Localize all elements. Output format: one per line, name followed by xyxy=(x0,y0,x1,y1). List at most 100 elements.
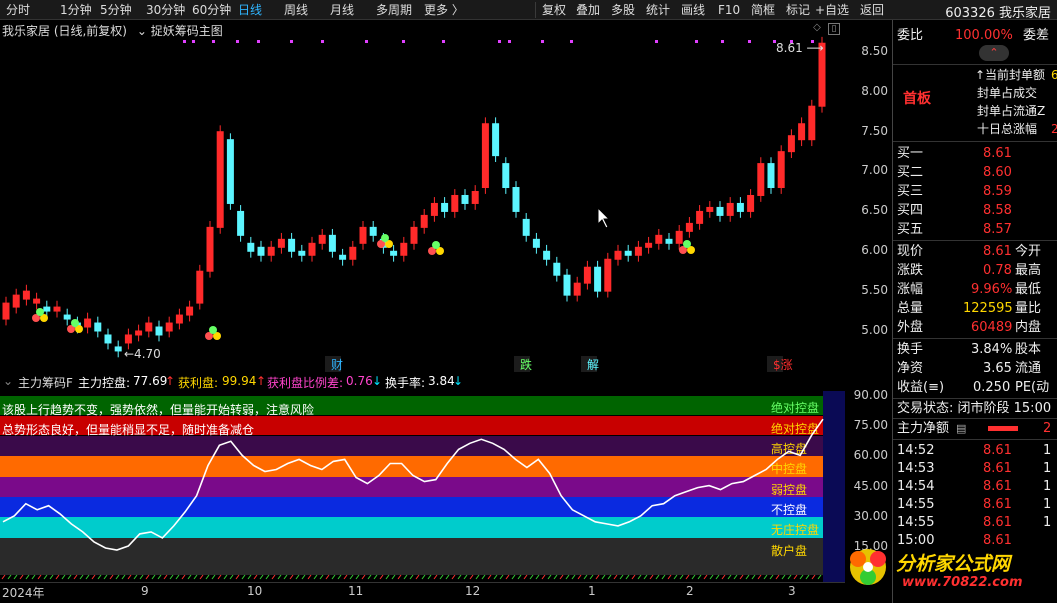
high-price-label: 8.61 ⟶ xyxy=(776,41,824,55)
volume-tick xyxy=(577,574,582,580)
volume-tick xyxy=(781,574,786,580)
period-tab-timeshare[interactable]: 分时 xyxy=(6,2,30,18)
event-tag: 财 xyxy=(331,358,343,372)
control-indicator-chart[interactable]: 绝对控盘绝对控盘高控盘中控盘弱控盘不控盘无庄控盘散户盘 xyxy=(0,391,845,582)
tick-time: 14:53 xyxy=(897,461,935,476)
signal-marker xyxy=(402,40,405,43)
tick-price: 8.61 xyxy=(983,479,1012,494)
adjust-button[interactable]: 复权 xyxy=(542,2,566,18)
volume-tick xyxy=(367,574,372,580)
volume-tick xyxy=(229,574,234,580)
bid-label: 买五 xyxy=(897,222,924,237)
diamond-icon[interactable]: ◇ xyxy=(811,23,823,35)
period-tab-60min[interactable]: 60分钟 xyxy=(192,2,231,18)
signal-marker xyxy=(290,40,293,43)
volume-tick xyxy=(385,574,390,580)
volume-tick xyxy=(487,574,492,580)
volume-tick xyxy=(811,574,816,580)
panel-toggle-icon[interactable]: ▯ xyxy=(828,23,840,35)
stock-code-name: 603326 我乐家居 xyxy=(945,6,1051,21)
stat-label: PE(动 xyxy=(1015,380,1050,395)
period-tab-day[interactable]: 日线 xyxy=(238,2,262,18)
tick-price: 8.61 xyxy=(983,497,1012,512)
volume-tick xyxy=(163,574,168,580)
f10-button[interactable]: F10 xyxy=(718,2,740,18)
turnover-label: 换手率: xyxy=(385,376,426,390)
volume-tick xyxy=(91,574,96,580)
volume-tick xyxy=(421,574,426,580)
chip-bubble xyxy=(683,240,691,248)
watermark-logo: 分析家公式网 www.70822.com xyxy=(846,545,1056,595)
stat-label: 净资 xyxy=(897,361,924,376)
multi-stock-button[interactable]: 多股 xyxy=(611,2,635,18)
candle-body xyxy=(614,250,622,260)
period-tab-more[interactable]: 更多 〉 xyxy=(424,2,464,18)
volume-tick xyxy=(319,574,324,580)
candle-body xyxy=(747,194,755,212)
seal-amount-value: 6 xyxy=(1051,68,1057,82)
volume-tick xyxy=(529,574,534,580)
volume-tick xyxy=(805,574,810,580)
period-tab-week[interactable]: 周线 xyxy=(284,2,308,18)
volume-tick xyxy=(265,574,270,580)
candle-body xyxy=(430,202,438,216)
indicator-name[interactable]: 主力筹码F xyxy=(18,374,73,391)
volume-tick xyxy=(769,574,774,580)
candle-body xyxy=(237,210,245,236)
period-tab-month[interactable]: 月线 xyxy=(330,2,354,18)
volume-tick xyxy=(175,574,180,580)
volume-tick xyxy=(373,574,378,580)
mark-button[interactable]: 标记 xyxy=(786,2,810,18)
stats-button[interactable]: 统计 xyxy=(646,2,670,18)
volume-tick xyxy=(121,574,126,580)
volume-tick xyxy=(583,574,588,580)
turnover-value: 3.84 xyxy=(428,374,455,388)
bid-price: 8.59 xyxy=(983,184,1012,199)
period-tab-5min[interactable]: 5分钟 xyxy=(100,2,132,18)
candle-body xyxy=(624,250,632,256)
volume-tick xyxy=(817,574,822,580)
volume-tick xyxy=(355,574,360,580)
volume-tick xyxy=(703,574,708,580)
candle-body xyxy=(349,246,357,260)
band-label: 绝对控盘 xyxy=(771,400,819,415)
chevron-down-icon[interactable]: ⌄ xyxy=(3,374,13,388)
tick-price: 8.61 xyxy=(983,443,1012,458)
volume-tick xyxy=(277,574,282,580)
candle-body xyxy=(512,187,520,212)
period-tab-30min[interactable]: 30分钟 xyxy=(146,2,185,18)
tick-volume: 1 xyxy=(1043,497,1052,512)
collapse-icon[interactable]: ⌃ xyxy=(979,45,1009,61)
tick-time: 14:55 xyxy=(897,515,935,530)
candle-body xyxy=(481,123,489,189)
list-icon[interactable]: ▤ xyxy=(956,419,966,438)
period-tab-1min[interactable]: 1分钟 xyxy=(60,2,92,18)
candle-body xyxy=(655,234,663,244)
volume-tick xyxy=(463,574,468,580)
volume-tick xyxy=(709,574,714,580)
candlestick-chart[interactable]: 8.61 ⟶ ←4.70 财 跌 解 $涨 xyxy=(0,36,845,372)
simple-frame-button[interactable]: 简框 xyxy=(751,2,775,18)
candle-body xyxy=(706,206,714,212)
candle-body xyxy=(186,306,194,316)
quote-label: 最高 xyxy=(1015,263,1042,278)
overlay-button[interactable]: 叠加 xyxy=(576,2,600,18)
volume-tick xyxy=(337,574,342,580)
event-tag: $涨 xyxy=(773,357,793,372)
volume-tick xyxy=(241,574,246,580)
time-tick: 12 xyxy=(465,584,481,598)
event-tag: 跌 xyxy=(520,357,532,372)
price-tick: 6.50 xyxy=(861,203,888,217)
candle-body xyxy=(532,238,540,248)
draw-line-button[interactable]: 画线 xyxy=(681,2,705,18)
volume-tick xyxy=(187,574,192,580)
back-button[interactable]: 返回 xyxy=(860,2,884,18)
add-watchlist-button[interactable]: +自选 xyxy=(815,2,849,18)
price-tick: 5.00 xyxy=(861,323,888,337)
seal-amount-label: ↑当前封单额 xyxy=(975,68,1046,82)
candle-body xyxy=(196,270,204,304)
candle-body xyxy=(604,258,612,292)
period-tab-multi[interactable]: 多周期 xyxy=(376,2,412,18)
volume-tick xyxy=(73,574,78,580)
volume-tick xyxy=(349,574,354,580)
